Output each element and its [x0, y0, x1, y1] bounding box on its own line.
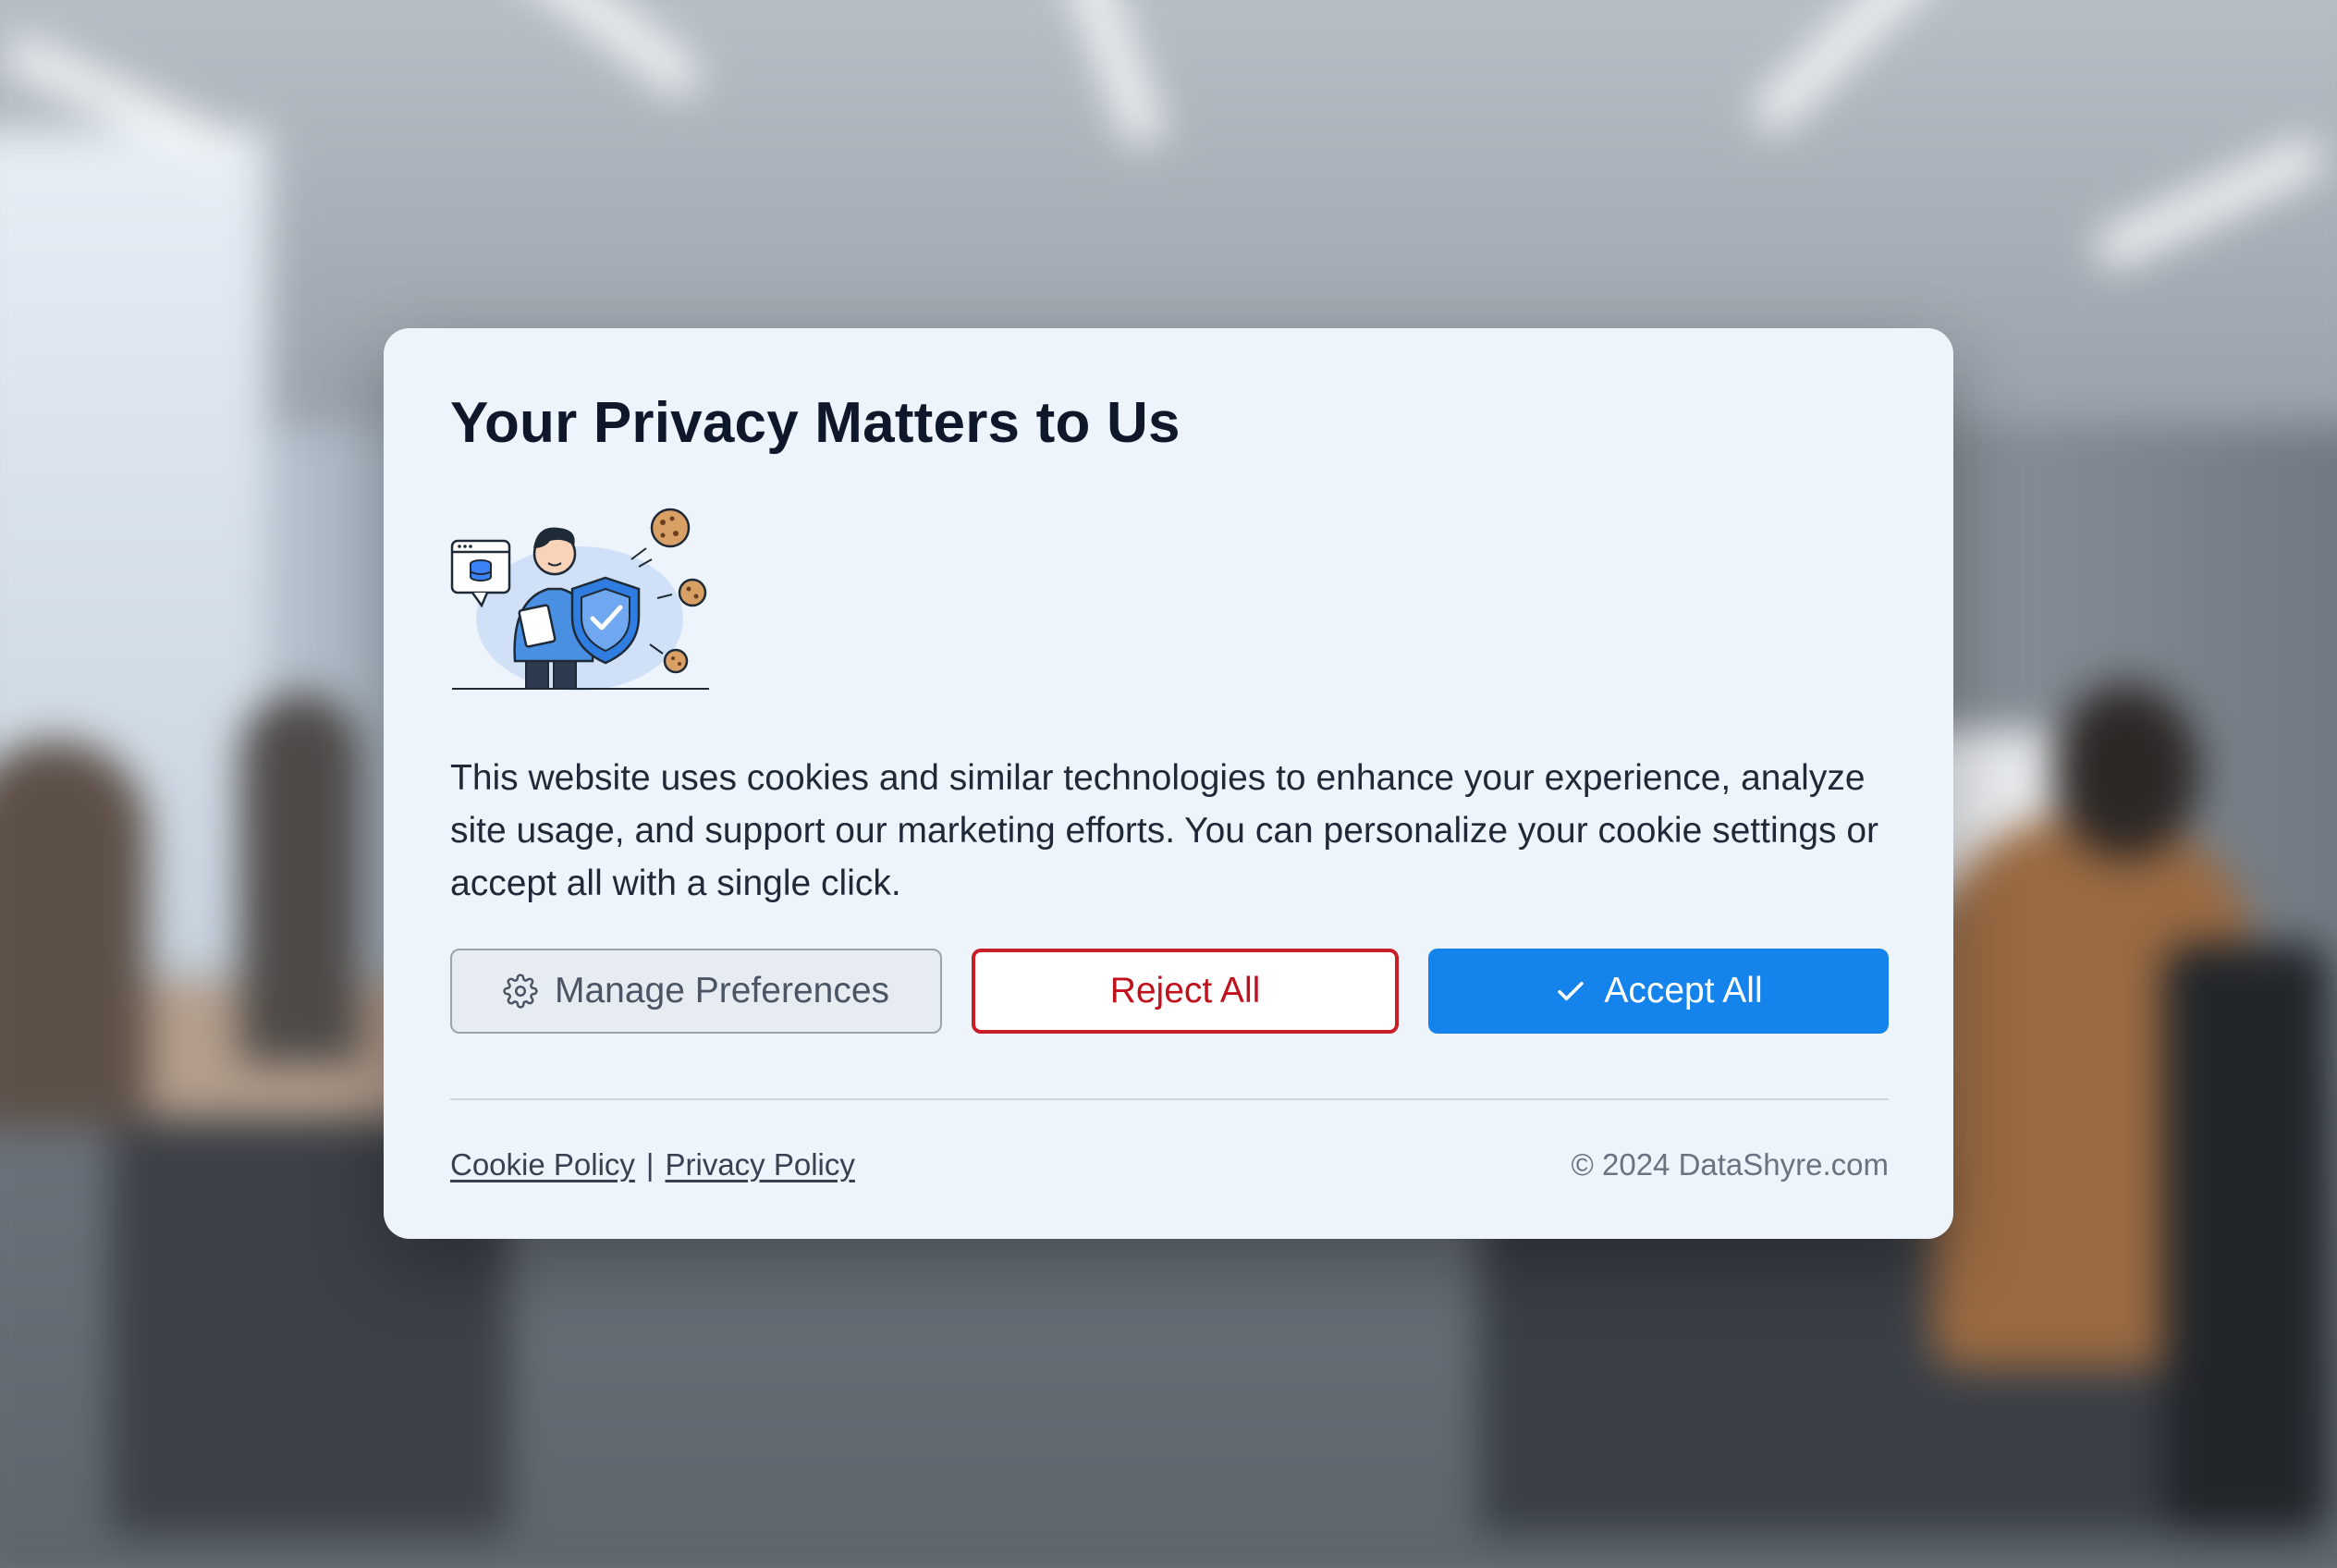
gear-icon [503, 974, 538, 1009]
manage-preferences-label: Manage Preferences [554, 971, 890, 1011]
link-separator: | [645, 1147, 655, 1182]
consent-description: This website uses cookies and similar te… [450, 758, 1879, 903]
accept-all-label: Accept All [1604, 971, 1763, 1011]
privacy-policy-link[interactable]: Privacy Policy [666, 1147, 855, 1182]
dialog-footer: Cookie Policy | Privacy Policy © 2024 Da… [450, 1142, 1889, 1188]
accept-all-button[interactable]: Accept All [1428, 949, 1889, 1034]
consent-actions: Manage Preferences Reject All Accept All [450, 949, 1889, 1034]
manage-preferences-button[interactable]: Manage Preferences [450, 949, 942, 1034]
cookie-policy-link[interactable]: Cookie Policy [450, 1147, 635, 1182]
check-icon [1554, 974, 1587, 1008]
copyright-text: © 2024 DataShyre.com [1571, 1147, 1890, 1182]
policy-links: Cookie Policy | Privacy Policy [450, 1147, 855, 1182]
footer-divider [450, 1098, 1889, 1100]
privacy-shield-cookies-illustration [450, 506, 718, 691]
reject-all-button[interactable]: Reject All [972, 949, 1399, 1034]
cookie-consent-dialog: Your Privacy Matters to Us This website … [384, 328, 1953, 1239]
dialog-title: Your Privacy Matters to Us [450, 391, 1181, 455]
reject-all-label: Reject All [1109, 971, 1261, 1011]
